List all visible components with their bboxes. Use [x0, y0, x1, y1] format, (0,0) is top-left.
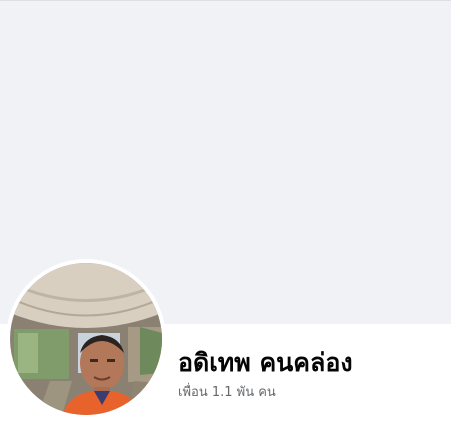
- profile-name[interactable]: อดิเทพ คนคล่อง: [178, 346, 448, 380]
- profile-picture-frame[interactable]: [6, 259, 166, 419]
- profile-picture-image: [10, 263, 162, 415]
- profile-picture[interactable]: [10, 263, 162, 415]
- profile-info: อดิเทพ คนคล่อง เพื่อน 1.1 พัน คน: [178, 346, 448, 401]
- profile-page: อดิเทพ คนคล่อง เพื่อน 1.1 พัน คน: [0, 0, 451, 424]
- friends-count[interactable]: เพื่อน 1.1 พัน คน: [178, 384, 448, 401]
